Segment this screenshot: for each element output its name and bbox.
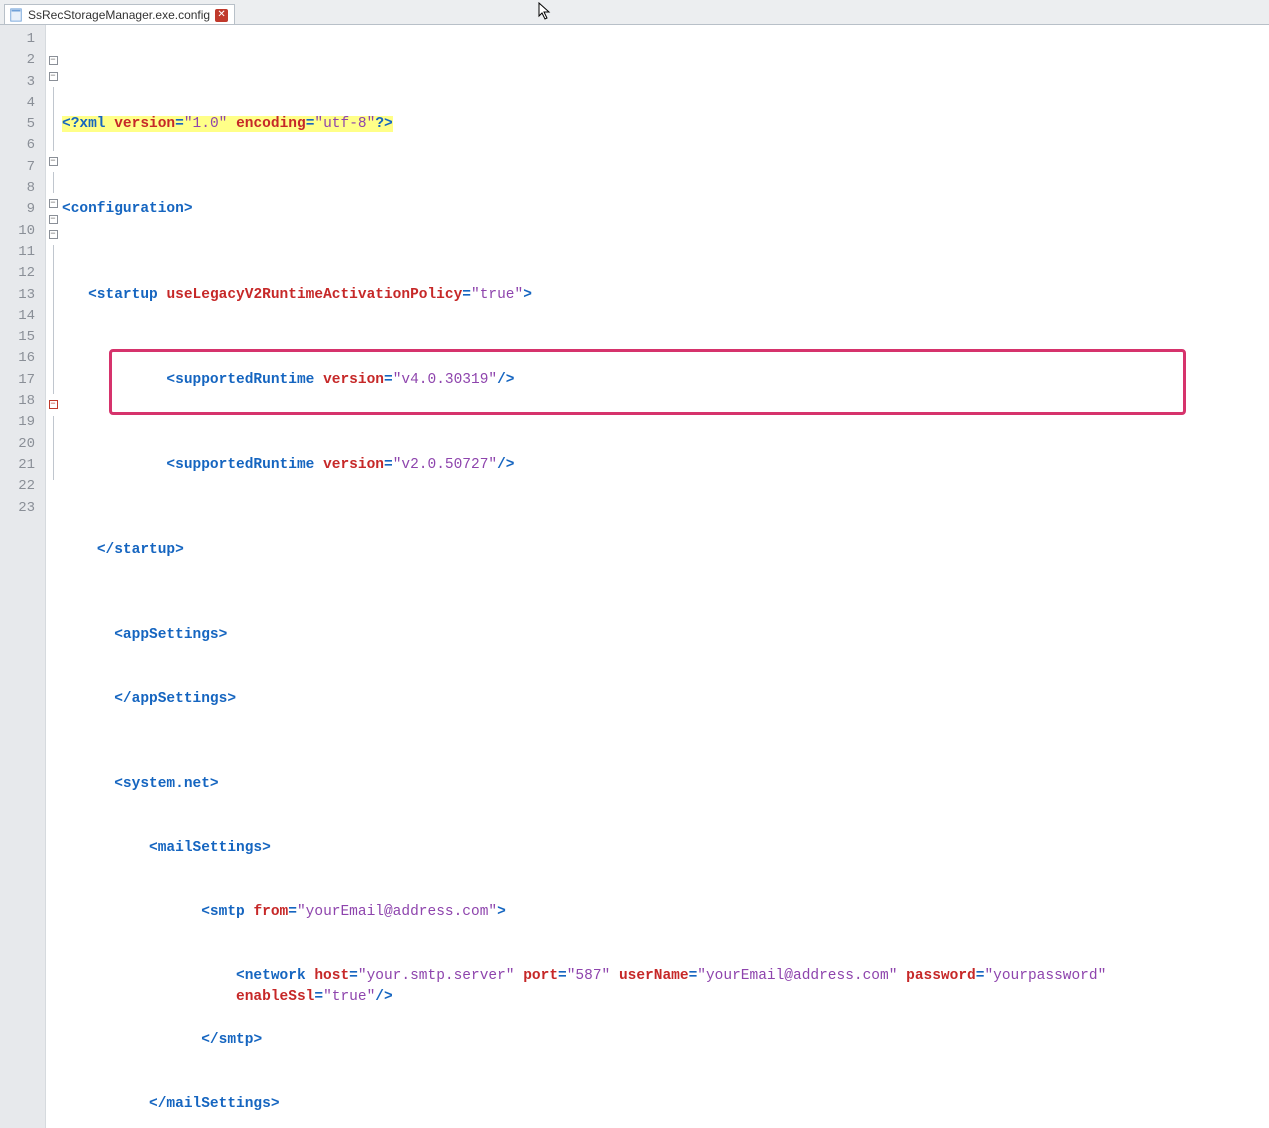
tab-bar: SsRecStorageManager.exe.config ✕ bbox=[0, 0, 1269, 25]
fold-toggle-icon[interactable]: − bbox=[49, 56, 58, 65]
code-area[interactable]: <?xml version="1.0" encoding="utf-8"?> <… bbox=[60, 25, 1269, 1128]
fold-guide bbox=[46, 267, 60, 288]
line-number: 23 bbox=[0, 498, 35, 519]
fold-guide bbox=[46, 352, 60, 373]
fold-toggle-icon[interactable]: − bbox=[49, 157, 58, 166]
line-number: 1 bbox=[0, 29, 35, 50]
line-number: 19 bbox=[0, 412, 35, 433]
fold-toggle-icon[interactable]: − bbox=[49, 199, 58, 208]
line-number: 3 bbox=[0, 72, 35, 93]
tab-close-icon[interactable]: ✕ bbox=[215, 9, 228, 22]
fold-guide bbox=[46, 416, 60, 437]
line-number: 22 bbox=[0, 476, 35, 497]
fold-guide bbox=[46, 245, 60, 266]
fold-guide bbox=[46, 29, 60, 50]
line-number: 12 bbox=[0, 263, 35, 284]
line-number: 6 bbox=[0, 135, 35, 156]
line-number: 9 bbox=[0, 199, 35, 220]
fold-guide bbox=[46, 458, 60, 479]
line-number: 15 bbox=[0, 327, 35, 348]
line-number: 10 bbox=[0, 221, 35, 242]
fold-guide bbox=[46, 330, 60, 351]
fold-guide bbox=[46, 373, 60, 394]
fold-guide bbox=[46, 480, 60, 501]
line-number: 7 bbox=[0, 157, 35, 178]
fold-guide bbox=[46, 309, 60, 330]
line-number: 21 bbox=[0, 455, 35, 476]
fold-column: − − − − − − − bbox=[46, 25, 60, 1128]
fold-guide bbox=[46, 129, 60, 150]
line-number-gutter: 1234567891011121314151617181920212223 bbox=[0, 25, 46, 1128]
fold-guide bbox=[46, 288, 60, 309]
file-tab[interactable]: SsRecStorageManager.exe.config ✕ bbox=[4, 4, 235, 24]
fold-toggle-icon[interactable]: − bbox=[49, 215, 58, 224]
file-icon bbox=[9, 8, 23, 22]
line-number: 18 bbox=[0, 391, 35, 412]
line-number: 16 bbox=[0, 348, 35, 369]
line-number: 17 bbox=[0, 370, 35, 391]
fold-guide bbox=[46, 108, 60, 129]
file-tab-label: SsRecStorageManager.exe.config bbox=[28, 8, 210, 22]
fold-guide bbox=[46, 172, 60, 193]
fold-toggle-icon[interactable]: − bbox=[49, 72, 58, 81]
fold-toggle-icon[interactable]: − bbox=[49, 400, 58, 409]
line-number: 5 bbox=[0, 114, 35, 135]
fold-guide bbox=[46, 437, 60, 458]
fold-toggle-icon[interactable]: − bbox=[49, 230, 58, 239]
line-number: 20 bbox=[0, 434, 35, 455]
line-number: 2 bbox=[0, 50, 35, 71]
line-number: 8 bbox=[0, 178, 35, 199]
fold-guide bbox=[46, 87, 60, 108]
code-editor[interactable]: 1234567891011121314151617181920212223 −−… bbox=[0, 25, 1269, 1128]
line-number: 11 bbox=[0, 242, 35, 263]
line-number: 14 bbox=[0, 306, 35, 327]
line-number: 4 bbox=[0, 93, 35, 114]
line-number: 13 bbox=[0, 285, 35, 306]
